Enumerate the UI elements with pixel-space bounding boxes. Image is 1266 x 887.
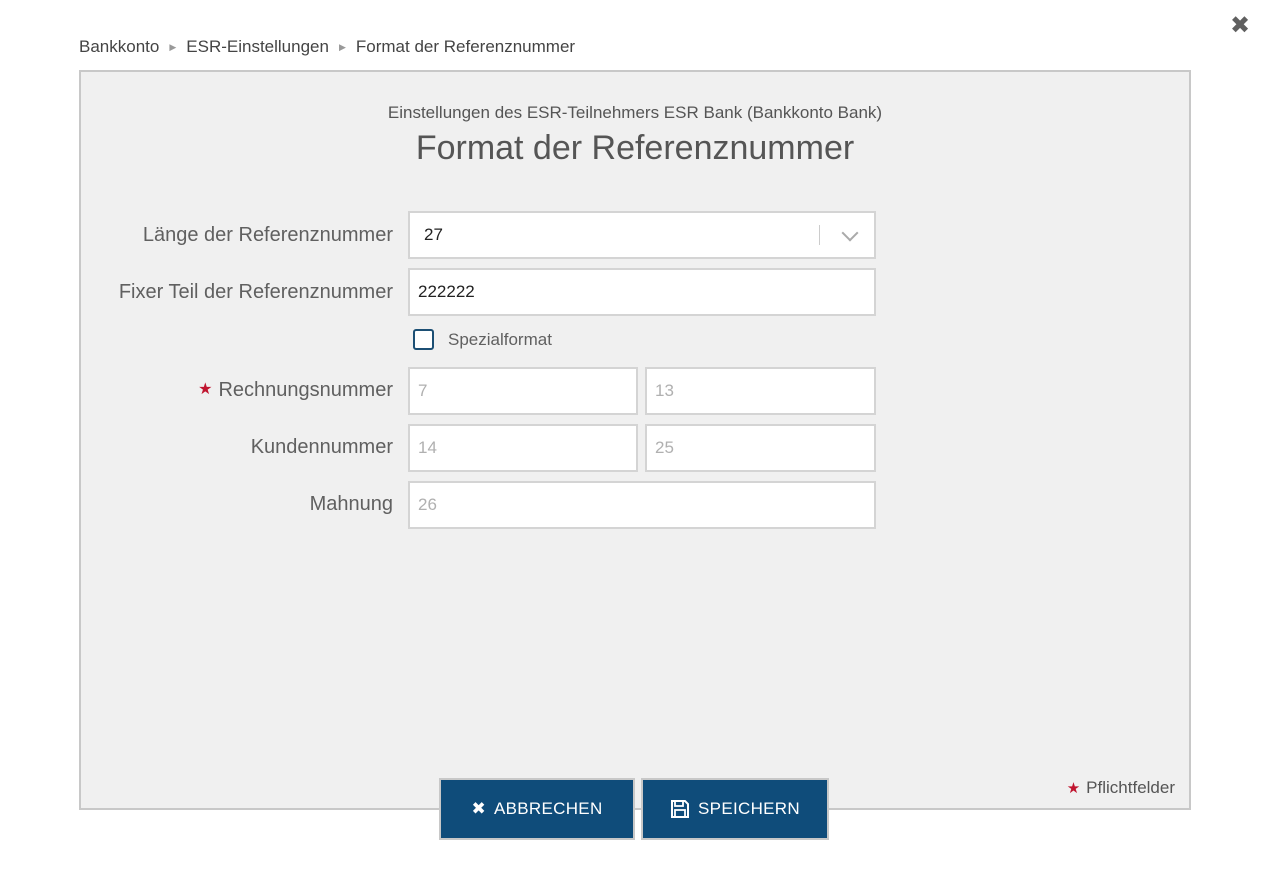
required-fields-text: Pflichtfelder <box>1086 778 1175 797</box>
reminder-input[interactable]: 26 <box>408 481 876 529</box>
length-select[interactable]: 27 <box>408 211 876 259</box>
breadcrumb-item-current: Format der Referenznummer <box>355 37 576 56</box>
form-panel: Einstellungen des ESR-Teilnehmers ESR Ba… <box>79 70 1191 810</box>
close-icon: ✖ <box>471 799 487 818</box>
breadcrumb-separator-icon: ▶ <box>169 41 177 52</box>
invoice-from-input[interactable]: 7 <box>408 367 638 415</box>
customer-number-label: Kundennummer <box>250 436 393 458</box>
breadcrumb-separator-icon: ▶ <box>338 41 346 52</box>
invoice-to-input[interactable]: 13 <box>645 367 876 415</box>
page-subtitle: Einstellungen des ESR-Teilnehmers ESR Ba… <box>387 103 883 122</box>
special-format-label: Spezialformat <box>448 330 552 349</box>
page-title: Format der Referenznummer <box>415 129 855 167</box>
length-label: Länge der Referenznummer <box>142 224 393 246</box>
required-star-icon: ★ <box>1066 780 1081 797</box>
invoice-number-label: ★ Rechnungsnummer <box>81 379 393 402</box>
breadcrumb-item-esr-einstellungen[interactable]: ESR-Einstellungen <box>186 37 329 57</box>
select-divider <box>819 225 820 245</box>
special-format-checkbox[interactable] <box>413 329 434 350</box>
fixed-part-input[interactable] <box>408 268 876 316</box>
save-button[interactable]: SPEICHERN <box>641 778 829 840</box>
fixed-part-label: Fixer Teil der Referenznummer <box>118 281 393 303</box>
cancel-button[interactable]: ✖ ABBRECHEN <box>439 778 635 840</box>
length-select-value: 27 <box>424 225 443 244</box>
reminder-label: Mahnung <box>309 493 393 515</box>
required-star-icon: ★ <box>198 381 213 398</box>
chevron-down-icon[interactable] <box>841 224 859 242</box>
customer-to-input[interactable]: 25 <box>645 424 876 472</box>
customer-from-input[interactable]: 14 <box>408 424 638 472</box>
save-icon <box>670 799 690 819</box>
close-dialog-icon[interactable]: ✖ <box>1228 14 1252 38</box>
save-button-label: SPEICHERN <box>698 799 800 818</box>
cancel-button-label: ABBRECHEN <box>494 799 603 818</box>
breadcrumb: Bankkonto ▶ ESR-Einstellungen ▶ Format d… <box>79 37 575 57</box>
invoice-number-label-text: Rechnungsnummer <box>218 379 393 401</box>
breadcrumb-item-bankkonto[interactable]: Bankkonto <box>79 37 159 57</box>
required-fields-note: ★ Pflichtfelder <box>1067 778 1175 798</box>
